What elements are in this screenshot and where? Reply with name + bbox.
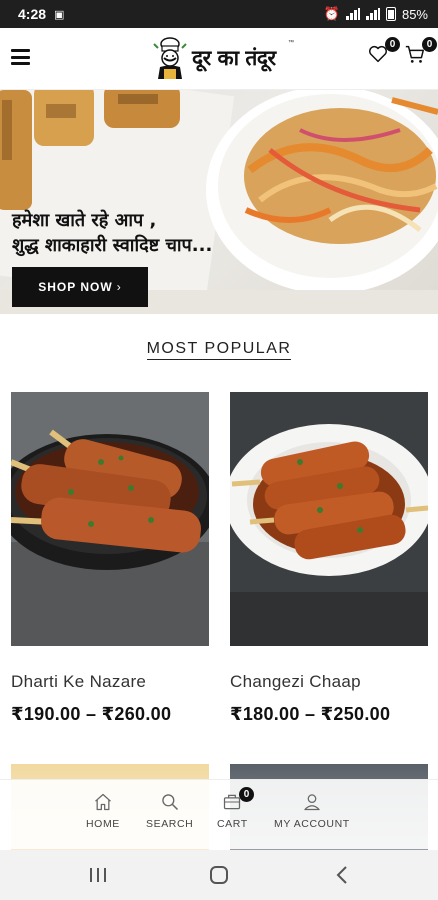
nav-cart-badge: 0 <box>239 787 254 802</box>
chevron-right-icon: › <box>116 280 122 294</box>
hero-caption: हमेशा खाते रहे आप , शुद्ध शाकाहारी स्वाद… <box>12 208 212 258</box>
kebab-plate-image <box>230 392 428 646</box>
nav-home[interactable]: HOME <box>86 792 120 830</box>
recents-icon[interactable] <box>88 866 108 884</box>
status-bar: 4:28 ▣ ⏰ 85% <box>0 0 438 28</box>
nav-cart[interactable]: 0 CART <box>217 787 254 830</box>
user-icon <box>304 794 320 811</box>
logo[interactable]: दूर का तंदूर ™ <box>150 34 296 82</box>
product-name[interactable]: Dharti Ke Nazare <box>11 672 209 692</box>
nav-search-label: SEARCH <box>146 818 194 830</box>
signal-icon <box>345 8 360 20</box>
search-icon <box>161 794 178 811</box>
product-card[interactable]: Dharti Ke Nazare ₹190.00 – ₹260.00 <box>11 392 209 725</box>
logo-text: दूर का तंदूर <box>192 45 276 70</box>
hero-line-1: हमेशा खाते रहे आप , <box>12 210 157 231</box>
product-image[interactable] <box>11 392 209 646</box>
shop-now-label: SHOP NOW <box>38 280 113 294</box>
product-price: ₹190.00 – ₹260.00 <box>11 704 172 724</box>
wishlist-button[interactable]: 0 <box>367 37 400 67</box>
home-icon <box>95 793 111 811</box>
chef-mascot-icon <box>153 37 187 79</box>
product-image[interactable] <box>230 392 428 646</box>
app-header: दूर का तंदूर ™ 0 0 <box>0 28 438 90</box>
menu-icon[interactable] <box>11 49 30 65</box>
notification-icon: ▣ <box>54 8 65 21</box>
nav-home-label: HOME <box>86 818 120 830</box>
product-card[interactable]: Changezi Chaap ₹180.00 – ₹250.00 <box>230 392 428 725</box>
battery-level: 85% <box>401 6 428 22</box>
signal-icon-2 <box>365 8 380 20</box>
header-cart-button[interactable]: 0 <box>404 37 437 67</box>
logo-tm: ™ <box>288 40 294 46</box>
shop-now-button[interactable]: SHOP NOW › <box>12 267 148 307</box>
back-icon[interactable] <box>334 866 350 884</box>
nav-account-label: MY ACCOUNT <box>274 818 350 830</box>
status-time: 4:28 <box>18 6 47 22</box>
bottom-nav: HOME SEARCH 0 CART MY ACCOUNT <box>0 779 438 849</box>
nav-cart-label: CART <box>217 818 248 830</box>
battery-icon <box>385 7 396 21</box>
kebab-bowl-image <box>11 392 209 646</box>
alarm-icon: ⏰ <box>323 6 340 21</box>
nav-account[interactable]: MY ACCOUNT <box>274 792 350 830</box>
wishlist-count-badge: 0 <box>385 37 400 52</box>
system-navigation-bar <box>0 850 438 900</box>
most-popular-heading[interactable]: MOST POPULAR <box>146 340 292 360</box>
hero-banner[interactable]: हमेशा खाते रहे आप , शुद्ध शाकाहारी स्वाद… <box>0 90 438 314</box>
product-name[interactable]: Changezi Chaap <box>230 672 428 692</box>
section-title: MOST POPULAR <box>0 340 438 360</box>
nav-search[interactable]: SEARCH <box>146 792 193 830</box>
product-price: ₹180.00 – ₹250.00 <box>230 704 391 724</box>
hero-line-2: शुद्ध शाकाहारी स्वादिष्ट चाप... <box>12 235 213 256</box>
home-circle-icon[interactable] <box>209 866 229 884</box>
cart-count-badge: 0 <box>422 37 437 52</box>
